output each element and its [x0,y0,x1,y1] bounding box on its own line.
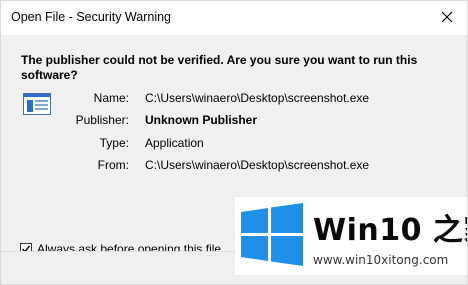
window-title: Open File - Security Warning [11,10,172,24]
name-value: C:\Users\winaero\Desktop\screenshot.exe [145,91,370,105]
watermark-url: www.win10xitong.com [313,253,449,267]
windows-logo-icon [241,203,303,266]
type-value: Application [145,136,204,150]
warning-question: The publisher could not be verified. Are… [21,53,418,82]
security-warning-dialog: Open File - Security Warning The publish… [0,0,468,285]
type-label: Type: [99,136,129,150]
title-bar: Open File - Security Warning [1,1,467,35]
publisher-label: Publisher: [75,113,129,127]
close-icon [441,11,453,23]
type-row: Type: Application [1,135,461,151]
name-row: Name: C:\Users\winaero\Desktop\screensho… [1,90,461,106]
from-value: C:\Users\winaero\Desktop\screenshot.exe [145,158,370,172]
from-label: From: [97,158,129,172]
site-watermark: Win10 之家 www.win10xitong.com [235,197,467,275]
publisher-row: Publisher: Unknown Publisher [1,112,461,128]
close-button[interactable] [437,7,457,27]
from-row: From: C:\Users\winaero\Desktop\screensho… [1,157,461,173]
publisher-value: Unknown Publisher [145,113,258,127]
name-label: Name: [93,91,129,105]
watermark-brand: Win10 之家 [313,213,467,248]
